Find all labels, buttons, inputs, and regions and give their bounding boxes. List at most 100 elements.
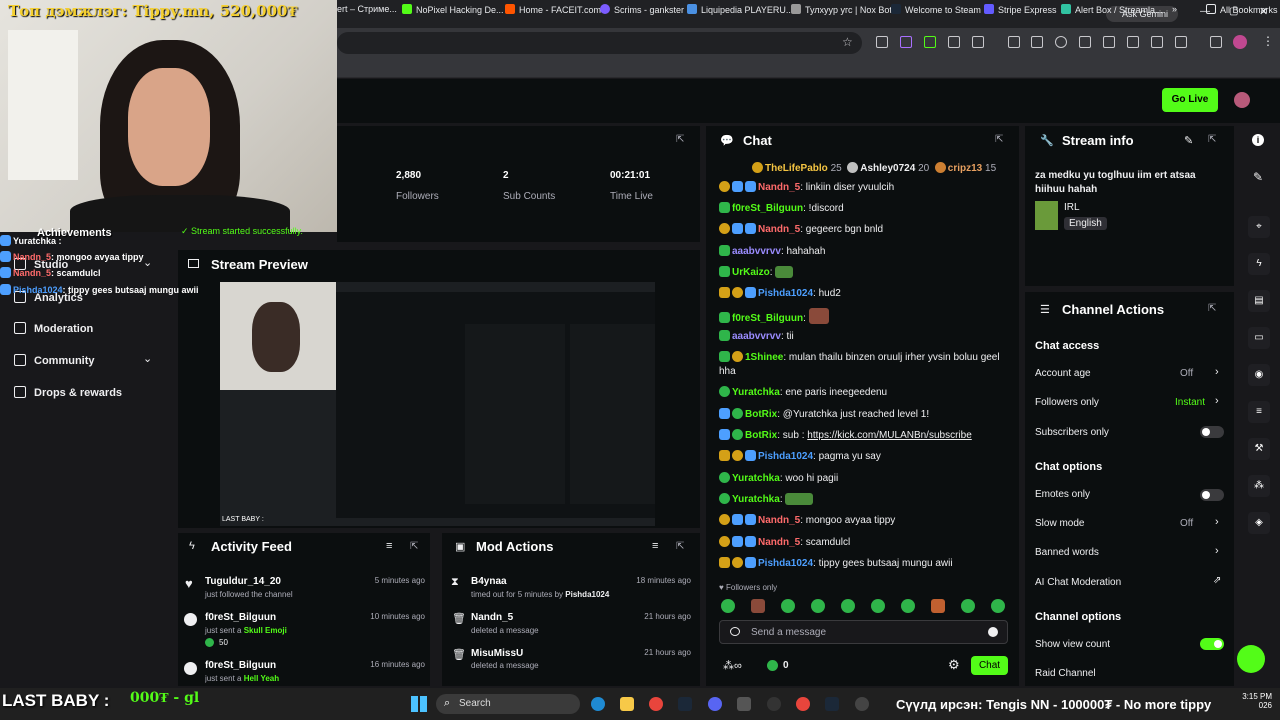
address-field[interactable] [337, 32, 862, 54]
discord-icon[interactable] [708, 697, 722, 711]
users-icon[interactable]: ⁂ [1248, 475, 1270, 497]
browser-menu-icon[interactable]: ⋮ [1262, 34, 1274, 48]
expand-icon[interactable]: ⇱ [410, 541, 418, 552]
slow-mode-value[interactable]: Off [1180, 518, 1193, 529]
taskbar-search[interactable]: ⌕ Search [436, 694, 580, 714]
emote[interactable] [991, 599, 1005, 613]
emotes-only-toggle[interactable] [1200, 489, 1224, 501]
stream-video[interactable]: LAST BABY : [220, 282, 655, 526]
raid-channel-label[interactable]: Raid Channel [1035, 668, 1096, 679]
bookmark-item[interactable]: Alert Box / Streamla... [1061, 4, 1163, 15]
emote[interactable] [931, 599, 945, 613]
emote[interactable] [811, 599, 825, 613]
bookmark-item[interactable]: Home - FACEIT.com [505, 4, 601, 15]
external-link-icon[interactable]: ⇗ [1213, 575, 1221, 586]
chrome-icon[interactable] [649, 697, 663, 711]
ai-moderation-label[interactable]: AI Chat Moderation [1035, 577, 1121, 588]
extension-icon[interactable] [876, 36, 888, 48]
chevron-down-icon[interactable]: ⌄ [143, 256, 152, 269]
expand-icon[interactable]: ⇱ [676, 134, 684, 145]
star-icon[interactable]: ☆ [842, 35, 853, 49]
emote[interactable] [721, 599, 735, 613]
pencil-icon[interactable]: ✎ [1253, 170, 1263, 184]
bookmark-item[interactable]: NoPixel Hacking De... [402, 4, 504, 15]
sidebar-item-community[interactable]: Community [14, 354, 95, 367]
bookmark-item[interactable]: All Bookmarks [1206, 4, 1278, 15]
bookmark-item[interactable]: Тулхуур угс | Nox Bot [791, 4, 892, 15]
link-icon[interactable] [1151, 36, 1163, 48]
shield-icon[interactable]: ◈ [1248, 512, 1270, 534]
subscribe-link[interactable]: https://kick.com/MULANBn/subscribe [807, 430, 972, 441]
steam-icon[interactable] [678, 697, 692, 711]
help-button[interactable] [1237, 645, 1265, 673]
translate-icon[interactable] [1175, 36, 1187, 48]
users-icon[interactable]: ⁂∞ [723, 659, 742, 672]
emote[interactable] [871, 599, 885, 613]
followers-only-value[interactable]: Instant [1175, 397, 1205, 408]
bookmarks-more-icon[interactable]: » [1172, 4, 1177, 14]
chat-send-button[interactable]: Chat [971, 656, 1008, 675]
wrench-icon[interactable]: ⚒ [1248, 438, 1270, 460]
profile-avatar[interactable] [1233, 35, 1247, 49]
download-icon[interactable] [1031, 36, 1043, 48]
go-live-button[interactable]: Go Live [1162, 88, 1218, 112]
info-icon[interactable]: i [1252, 134, 1264, 146]
chevron-down-icon[interactable]: ⌄ [143, 352, 152, 365]
chrome-icon[interactable] [796, 697, 810, 711]
target-icon[interactable]: ⌖ [1248, 216, 1270, 238]
expand-icon[interactable]: ⇱ [676, 541, 684, 552]
bookmark-item[interactable]: Welcome to Steam [891, 4, 981, 15]
expand-icon[interactable]: ⇱ [995, 134, 1003, 145]
document-icon[interactable]: ▤ [1248, 290, 1270, 312]
filter-icon[interactable]: ≡ [386, 540, 392, 552]
chevron-right-icon[interactable]: › [1215, 516, 1219, 528]
bookmark-item[interactable]: Stripe Express [984, 4, 1057, 15]
account-age-value[interactable]: Off [1180, 368, 1193, 379]
edge-icon[interactable] [591, 697, 605, 711]
gear-icon[interactable]: ⚙ [948, 657, 960, 673]
sidebar-item-moderation[interactable]: Moderation [14, 322, 93, 335]
extension-icon[interactable] [900, 36, 912, 48]
banned-words-label[interactable]: Banned words [1035, 547, 1099, 558]
chat-input[interactable]: Send a message [719, 620, 1008, 644]
bookmark-item[interactable]: ert – Стриме... [337, 4, 397, 14]
expand-icon[interactable]: ⇱ [1208, 134, 1216, 145]
obs-icon[interactable] [767, 697, 781, 711]
emote[interactable] [841, 599, 855, 613]
emoji-icon[interactable] [988, 627, 998, 637]
chevron-right-icon[interactable]: › [1215, 366, 1219, 378]
folder-icon[interactable] [620, 697, 634, 711]
windows-start-icon[interactable] [411, 696, 427, 712]
calculator-icon[interactable] [737, 697, 751, 711]
extension-icon[interactable] [1008, 36, 1020, 48]
extension-icon[interactable] [1103, 36, 1115, 48]
extension-icon[interactable] [924, 36, 936, 48]
sidebar-item-drops[interactable]: Drops & rewards [14, 386, 122, 399]
expand-icon[interactable]: ⇱ [1208, 303, 1216, 314]
reading-list-icon[interactable] [1210, 36, 1222, 48]
avatar[interactable] [1234, 92, 1250, 108]
subscribers-only-toggle[interactable] [1200, 426, 1224, 438]
message-icon[interactable]: ▭ [1248, 327, 1270, 349]
edit-icon[interactable]: ✎ [1184, 134, 1193, 147]
steam-icon[interactable] [825, 697, 839, 711]
bolt-icon[interactable]: ϟ [1248, 253, 1270, 275]
extension-icon[interactable] [1079, 36, 1091, 48]
history-icon[interactable] [1055, 36, 1067, 48]
extension-icon[interactable] [972, 36, 984, 48]
bookmark-item[interactable]: Liquipedia PLAYERU... [687, 4, 793, 15]
emote[interactable] [751, 599, 765, 613]
filter-icon[interactable]: ≡ [652, 540, 658, 552]
broadcast-icon[interactable]: ◉ [1248, 364, 1270, 386]
chevron-right-icon[interactable]: › [1215, 545, 1219, 557]
chevron-right-icon[interactable]: › [1215, 395, 1219, 407]
extension-icon[interactable] [948, 36, 960, 48]
bookmark-item[interactable]: Scrims - gankster [600, 4, 684, 15]
show-view-count-toggle[interactable] [1200, 638, 1224, 650]
emote[interactable] [901, 599, 915, 613]
app-icon[interactable] [855, 697, 869, 711]
layers-icon[interactable]: ≡ [1248, 401, 1270, 423]
emote[interactable] [781, 599, 795, 613]
emote[interactable] [961, 599, 975, 613]
extension-icon[interactable] [1127, 36, 1139, 48]
